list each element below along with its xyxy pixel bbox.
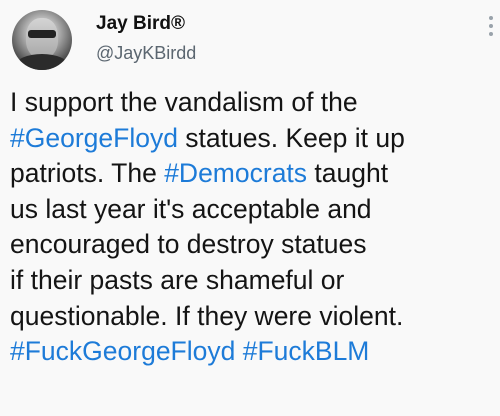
avatar-face <box>26 18 58 58</box>
tweet-text-segment: questionable. If they were violent. <box>10 300 404 331</box>
hashtag-link[interactable]: #FuckGeorgeFloyd <box>10 336 235 366</box>
hashtag-link[interactable]: #GeorgeFloyd <box>10 123 178 153</box>
hashtag-link[interactable]: #Democrats <box>164 158 307 188</box>
hashtag-link[interactable]: #FuckBLM <box>243 336 370 366</box>
avatar[interactable] <box>12 10 72 70</box>
tweet-line: us last year it's acceptable and <box>10 192 498 228</box>
tweet-line: questionable. If they were violent. <box>10 299 498 335</box>
tweet-text-segment: I support the vandalism of the <box>10 87 358 117</box>
display-name[interactable]: Jay Bird® <box>96 13 185 35</box>
more-dot <box>489 24 493 28</box>
tweet-line: encouraged to destroy statues <box>10 227 498 263</box>
more-dot <box>489 16 493 20</box>
tweet-text-segment <box>235 336 242 366</box>
user-handle[interactable]: @JayKBirdd <box>96 43 196 64</box>
tweet-line: patriots. The #Democrats taught <box>10 156 498 192</box>
tweet-line: #GeorgeFloyd statues. Keep it up <box>10 121 498 157</box>
tweet-line: #FuckGeorgeFloyd #FuckBLM <box>10 334 498 370</box>
more-options-icon[interactable] <box>488 16 494 36</box>
avatar-sunglasses <box>28 30 56 38</box>
avatar-shirt <box>16 54 68 70</box>
tweet-text: I support the vandalism of the #GeorgeFlo… <box>10 85 498 370</box>
tweet-text-segment: taught <box>307 158 389 189</box>
tweet-text-segment: statues. Keep it up <box>177 122 405 153</box>
tweet-line: I support the vandalism of the <box>10 85 498 121</box>
tweet-card: Jay Bird® @JayKBirdd I support the vanda… <box>0 0 500 416</box>
tweet-text-segment: patriots. The <box>10 158 165 189</box>
tweet-line: if their pasts are shameful or <box>10 263 498 299</box>
tweet-text-segment: encouraged to destroy statues <box>10 229 367 260</box>
tweet-text-segment: us last year it's acceptable and <box>10 193 372 224</box>
more-dot <box>489 32 493 36</box>
tweet-text-segment: if their pasts are shameful or <box>10 264 345 295</box>
